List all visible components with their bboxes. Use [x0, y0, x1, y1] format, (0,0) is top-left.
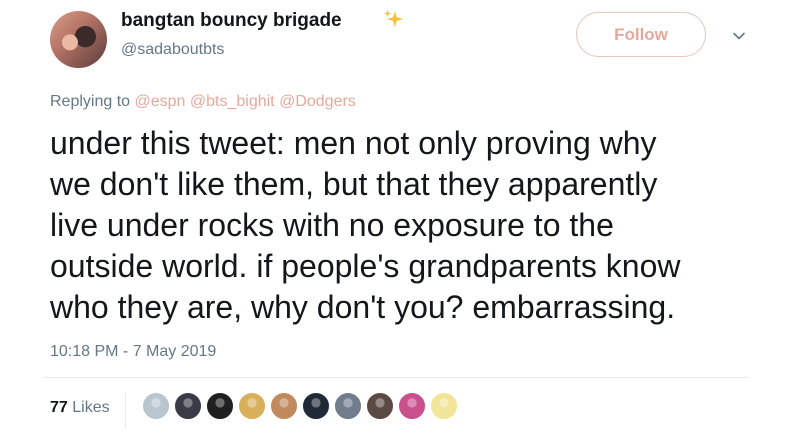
- liker-avatars: [142, 392, 458, 420]
- likes-label: Likes: [72, 399, 110, 416]
- divider: [42, 377, 750, 378]
- mention-link[interactable]: @bts_bighit: [190, 93, 275, 110]
- liker-avatar[interactable]: [430, 392, 458, 420]
- replying-to: Replying to @espn @bts_bighit @Dodgers: [50, 93, 356, 111]
- mention-link[interactable]: @espn: [135, 93, 186, 110]
- liker-avatar[interactable]: [366, 392, 394, 420]
- likes-count: 77: [50, 399, 68, 416]
- replying-prefix: Replying to: [50, 93, 135, 110]
- liker-avatar[interactable]: [270, 392, 298, 420]
- tweet-text: under this tweet: men not only proving w…: [50, 125, 681, 325]
- tweet-timestamp[interactable]: 10:18 PM - 7 May 2019: [50, 343, 216, 361]
- author-name[interactable]: bangtan bouncy brigade: [121, 10, 342, 32]
- divider: [125, 392, 126, 428]
- follow-button[interactable]: Follow: [576, 12, 706, 57]
- author-avatar[interactable]: [50, 11, 107, 68]
- liker-avatar[interactable]: [174, 392, 202, 420]
- likes-stat[interactable]: 77 Likes: [50, 399, 110, 417]
- mention-link[interactable]: @Dodgers: [279, 93, 356, 110]
- liker-avatar[interactable]: [302, 392, 330, 420]
- liker-avatar[interactable]: [398, 392, 426, 420]
- liker-avatar[interactable]: [206, 392, 234, 420]
- sparkles-icon: [383, 9, 404, 28]
- liker-avatar[interactable]: [238, 392, 266, 420]
- default-avatar-icon[interactable]: [142, 392, 170, 420]
- chevron-down-icon[interactable]: [731, 28, 747, 44]
- liker-avatar[interactable]: [334, 392, 362, 420]
- author-handle[interactable]: @sadaboutbts: [121, 41, 224, 59]
